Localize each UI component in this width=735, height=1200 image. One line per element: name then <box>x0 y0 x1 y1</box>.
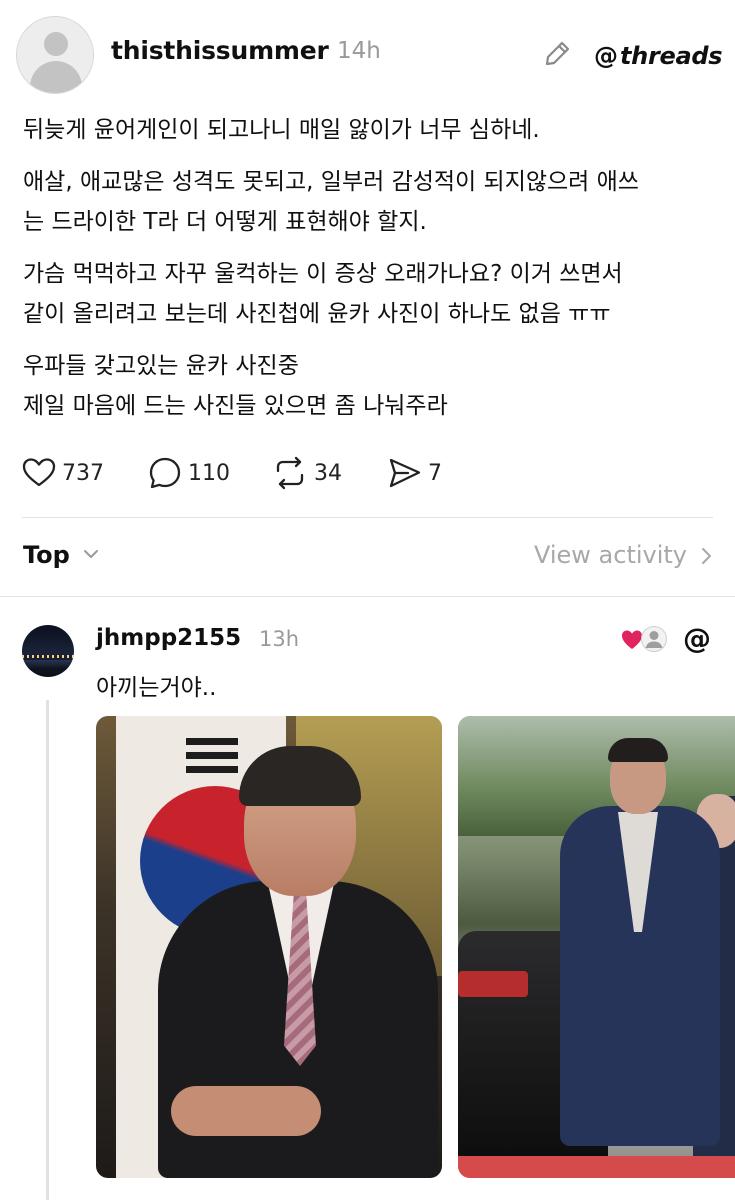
share-count: 7 <box>428 460 442 486</box>
photo-car-taillight <box>458 971 528 997</box>
post-timestamp: 14h <box>337 38 381 64</box>
divider <box>0 596 735 597</box>
chevron-right-icon[interactable] <box>699 546 713 566</box>
flag-trigram-bar <box>186 752 238 759</box>
repost-count: 34 <box>314 460 342 486</box>
post-body: 뒤늦게 윤어게인이 되고나니 매일 앓이가 너무 심하네. 애살, 애교많은 성… <box>23 110 713 438</box>
comment-icon <box>149 457 181 489</box>
replies-sort-row: Top View activity <box>0 518 735 596</box>
reply-timestamp: 13h <box>259 627 300 651</box>
flag-trigram-bar <box>186 766 238 773</box>
repost-button[interactable]: 34 <box>272 455 342 491</box>
sort-dropdown[interactable]: Top <box>23 541 70 569</box>
post-actions: 737 110 34 7 <box>22 455 712 491</box>
like-count: 737 <box>62 460 104 486</box>
avatar-city-lights <box>22 655 74 658</box>
threads-wordmark: threads <box>620 42 723 70</box>
author-avatar[interactable] <box>16 16 94 94</box>
post-paragraph: 가슴 먹먹하고 자꾸 울컥하는 이 증상 오래가나요? 이거 쓰면서 같이 올리… <box>23 261 623 327</box>
author-username[interactable]: thisthissummer <box>111 36 329 65</box>
reply-username[interactable]: jhmpp2155 <box>96 625 241 651</box>
photo-red-carpet <box>458 1156 735 1178</box>
like-button[interactable]: 737 <box>22 455 104 491</box>
view-activity-link[interactable]: View activity <box>534 541 687 569</box>
thread-connector-line <box>46 700 49 1200</box>
reply-avatar[interactable] <box>22 625 74 677</box>
comment-count: 110 <box>188 460 230 486</box>
avatar-placeholder-body <box>30 61 82 93</box>
photo-person-hair <box>608 738 668 762</box>
heart-icon <box>22 458 56 487</box>
post-paragraph: 우파들 갖고있는 윤카 사진중 제일 마음에 드는 사진들 있으면 좀 나눠주라 <box>23 353 448 419</box>
avatar-placeholder-head <box>44 32 68 56</box>
comment-button[interactable]: 110 <box>148 455 230 491</box>
share-button[interactable]: 7 <box>388 455 442 491</box>
post-paragraph: 애살, 애교많은 성격도 못되고, 일부러 감성적이 되지않으려 애쓰 는 드라… <box>23 169 639 235</box>
post-header: thisthissummer 14h @ threads <box>0 0 735 110</box>
share-icon <box>389 458 421 488</box>
liked-by-author-icon <box>622 626 667 652</box>
post-paragraph: 뒤늦게 윤어게인이 되고나니 매일 앓이가 너무 심하네. <box>23 117 540 143</box>
threads-logo-icon[interactable]: @ <box>683 624 711 654</box>
reply-text: 아끼는거야.. <box>96 675 217 701</box>
person-hands <box>171 1086 321 1136</box>
chevron-down-icon[interactable] <box>82 545 100 563</box>
threads-logo[interactable]: @ threads <box>594 41 723 71</box>
edit-icon[interactable] <box>543 38 573 68</box>
threads-logo-icon: @ <box>594 42 618 70</box>
repost-icon <box>276 456 304 490</box>
flag-trigram-bar <box>186 738 238 745</box>
reply-photo[interactable] <box>458 716 735 1178</box>
avatar-water-reflection <box>22 660 74 670</box>
reply-photo[interactable] <box>96 716 442 1178</box>
